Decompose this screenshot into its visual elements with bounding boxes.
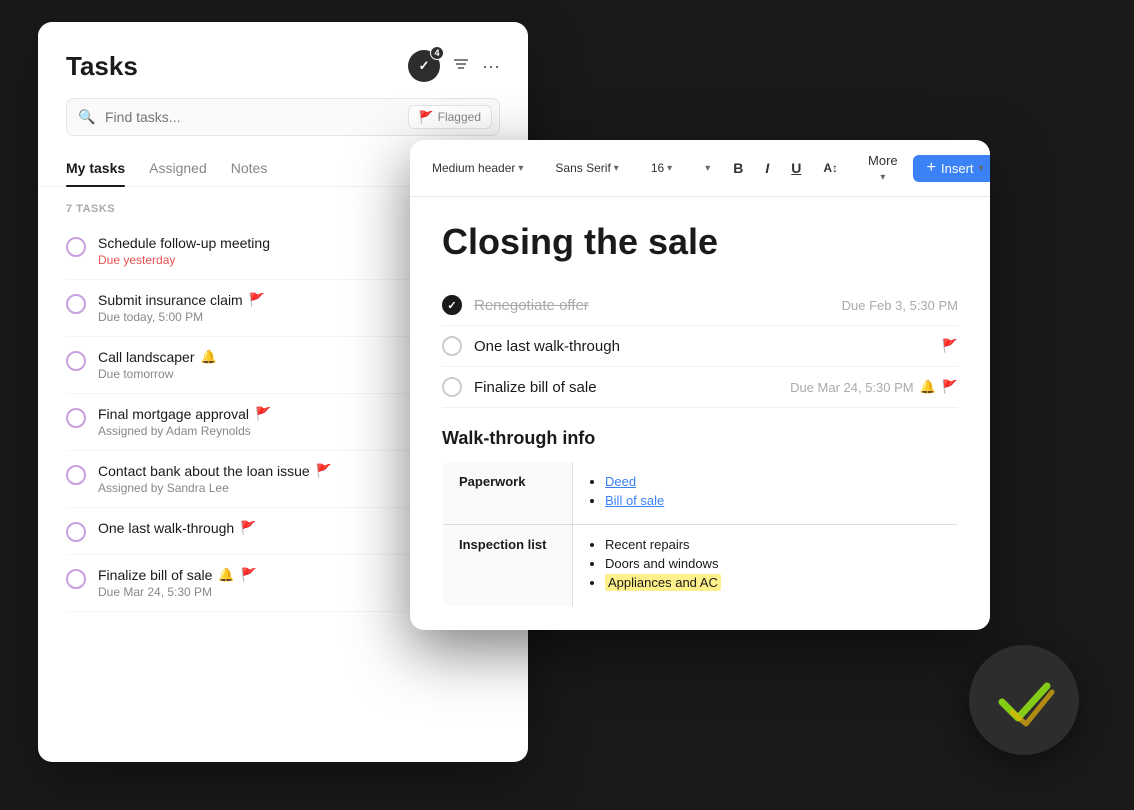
checkmark-icon	[992, 668, 1057, 733]
task-checkbox[interactable]	[66, 465, 86, 485]
task-due-label: Due Feb 3, 5:30 PM	[842, 298, 958, 313]
font-dropdown[interactable]: Sans Serif ▾	[547, 157, 626, 179]
text-size-button[interactable]: A↕	[816, 158, 845, 178]
notes-panel: Medium header ▾ Sans Serif ▾ 16 ▾ ▾ B I …	[410, 140, 990, 630]
task-checkbox[interactable]	[66, 522, 86, 542]
notes-content: Closing the sale Renegotiate offer Due F…	[410, 197, 990, 630]
flag-icon: 🚩	[316, 463, 332, 479]
note-task-row: Renegotiate offer Due Feb 3, 5:30 PM	[442, 285, 958, 326]
tab-assigned[interactable]: Assigned	[149, 152, 207, 186]
chevron-down-icon: ▾	[979, 163, 984, 174]
add-task-button[interactable]: ✓ 4	[408, 50, 440, 82]
task-row-icons: 🚩	[942, 338, 958, 354]
list-item: Doors and windows	[605, 556, 941, 571]
note-task-row: One last walk-through 🚩	[442, 326, 958, 367]
notes-title: Closing the sale	[442, 221, 958, 263]
bold-button[interactable]: B	[726, 157, 750, 179]
highlighted-item: Appliances and AC	[605, 574, 721, 591]
chevron-down-icon: ▾	[518, 163, 523, 174]
tasks-header: Tasks ✓ 4 ···	[38, 22, 528, 98]
list-item: Bill of sale	[605, 493, 941, 508]
task-checkbox[interactable]	[442, 336, 462, 356]
deed-link[interactable]: Deed	[605, 474, 636, 489]
task-checkbox[interactable]	[442, 377, 462, 397]
flag-icon: 🚩	[419, 110, 434, 124]
color-chevron-icon: ▾	[705, 163, 710, 174]
task-row-name: Finalize bill of sale	[474, 379, 597, 396]
flagged-filter-button[interactable]: 🚩 Flagged	[408, 105, 492, 129]
task-row-left: Finalize bill of sale	[442, 377, 597, 397]
italic-button[interactable]: I	[758, 157, 776, 179]
list-item: Deed	[605, 474, 941, 489]
paperwork-list: Deed Bill of sale	[589, 474, 941, 508]
task-row-left: Renegotiate offer	[442, 295, 589, 315]
table-header-cell: Inspection list	[443, 525, 573, 607]
flag-icon: 🚩	[241, 567, 257, 583]
section-header: Walk-through info	[442, 428, 958, 449]
flag-icon: 🚩	[255, 406, 271, 422]
flag-icon: 🚩	[249, 292, 265, 308]
task-due-label: Due Mar 24, 5:30 PM	[790, 380, 914, 395]
table-row: Paperwork Deed Bill of sale	[443, 462, 958, 525]
chevron-down-icon: ▾	[880, 172, 885, 183]
task-complete-checkbox[interactable]	[442, 295, 462, 315]
bell-icon: 🔔	[920, 379, 936, 395]
task-checkbox[interactable]	[66, 408, 86, 428]
search-bar: 🔍 🚩 Flagged	[66, 98, 500, 136]
format-dropdown[interactable]: Medium header ▾	[424, 157, 531, 179]
size-dropdown[interactable]: 16 ▾	[643, 157, 680, 179]
list-item: Recent repairs	[605, 537, 941, 552]
task-checkbox[interactable]	[66, 237, 86, 257]
more-options-icon[interactable]: ···	[482, 56, 500, 77]
table-header-cell: Paperwork	[443, 462, 573, 525]
tab-notes[interactable]: Notes	[231, 152, 268, 186]
bell-icon: 🔔	[218, 567, 234, 583]
checkmark-badge	[969, 645, 1079, 755]
tab-my-tasks[interactable]: My tasks	[66, 152, 125, 186]
list-item: Appliances and AC	[605, 575, 941, 590]
filter-icon[interactable]	[452, 55, 470, 78]
tasks-title: Tasks	[66, 51, 138, 82]
more-button[interactable]: More ▾	[861, 150, 905, 186]
underline-button[interactable]: U	[784, 157, 808, 179]
task-row-name: Renegotiate offer	[474, 297, 589, 314]
table-content-cell: Deed Bill of sale	[573, 462, 958, 525]
inspection-list: Recent repairs Doors and windows Applian…	[589, 537, 941, 590]
flag-icon: 🚩	[942, 338, 958, 354]
table-row: Inspection list Recent repairs Doors and…	[443, 525, 958, 607]
task-row-left: One last walk-through	[442, 336, 620, 356]
task-count-badge: 4	[430, 46, 444, 60]
task-checkbox[interactable]	[66, 294, 86, 314]
task-row-icons: Due Mar 24, 5:30 PM 🔔 🚩	[790, 379, 958, 395]
bell-icon: 🔔	[201, 349, 217, 365]
bill-of-sale-link[interactable]: Bill of sale	[605, 493, 664, 508]
search-icon: 🔍	[78, 109, 95, 126]
task-checkbox[interactable]	[66, 569, 86, 589]
chevron-down-icon: ▾	[667, 163, 672, 174]
plus-icon: +	[927, 160, 936, 176]
insert-button[interactable]: + Insert ▾	[913, 155, 990, 182]
checkmark-add-icon: ✓	[419, 58, 430, 74]
task-row-name: One last walk-through	[474, 338, 620, 355]
walk-through-table: Paperwork Deed Bill of sale Inspection l…	[442, 461, 958, 607]
flag-icon: 🚩	[240, 520, 256, 536]
flag-icon: 🚩	[942, 379, 958, 395]
task-row-icons: Due Feb 3, 5:30 PM	[842, 298, 958, 313]
task-checkbox[interactable]	[66, 351, 86, 371]
tasks-header-icons: ✓ 4 ···	[408, 50, 500, 82]
notes-toolbar: Medium header ▾ Sans Serif ▾ 16 ▾ ▾ B I …	[410, 140, 990, 197]
table-content-cell: Recent repairs Doors and windows Applian…	[573, 525, 958, 607]
chevron-down-icon: ▾	[614, 163, 619, 174]
flagged-label: Flagged	[438, 110, 481, 124]
note-task-row: Finalize bill of sale Due Mar 24, 5:30 P…	[442, 367, 958, 408]
